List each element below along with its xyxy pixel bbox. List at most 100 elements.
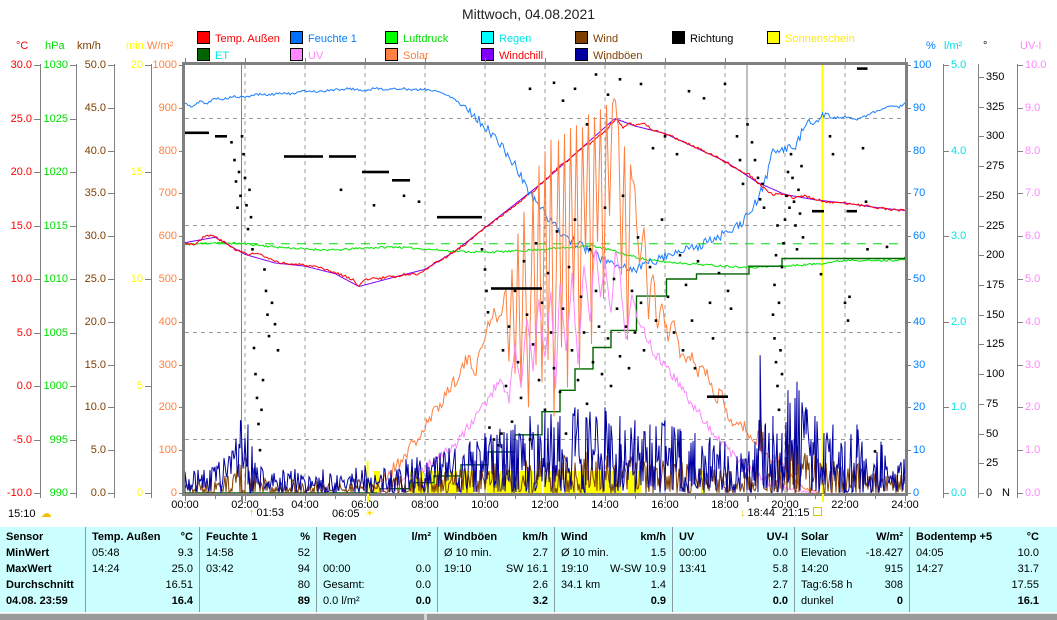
table-cell-value: 0.0 — [416, 577, 431, 593]
axis-tick-label: 1015 — [28, 220, 68, 232]
axis-tick-label: 700 — [137, 187, 177, 199]
axis-tick — [70, 386, 76, 387]
axis-line — [1017, 64, 1018, 498]
horizontal-scrollbar[interactable] — [0, 613, 1057, 620]
axis-caption-Wm: W/m² — [147, 40, 173, 52]
weather-plot — [185, 65, 905, 493]
axis-tick-label: 400 — [137, 316, 177, 328]
x-minor-tick — [455, 496, 456, 499]
table-header: UVUV-I — [679, 529, 788, 545]
table-cell-value: 89 — [298, 593, 310, 609]
axis-tick-label: 10 — [913, 444, 925, 456]
axis-tick — [70, 172, 76, 173]
axis-tick — [1017, 279, 1023, 280]
table-header-name: Temp. Außen — [92, 529, 160, 545]
axis-tick — [978, 166, 984, 167]
x-minor-tick — [275, 496, 276, 499]
axis-tick-label: 0.0 — [1025, 487, 1040, 499]
axis-tick-label: 0 — [137, 487, 177, 499]
stats-table: SensorMinWertMaxWertDurchschnitt04.08. 2… — [0, 527, 1057, 612]
axis-tick — [108, 407, 114, 408]
axis-tick-label: 200 — [137, 401, 177, 413]
axis-tick-label: 1.0 — [951, 401, 966, 413]
table-header: Windkm/h — [561, 529, 666, 545]
axis-tick-label: 30.0 — [66, 230, 106, 242]
table-cell-time: 0.0 l/m² — [323, 593, 360, 609]
axis-tick — [943, 322, 949, 323]
table-cell-value: 1.5 — [651, 545, 666, 561]
axis-tick-label: 100 — [986, 368, 1004, 380]
axis-tick-label: 5 — [103, 380, 143, 392]
axis-tick — [978, 196, 984, 197]
table-cell-time: 04:05 — [916, 545, 944, 561]
table-cell-time: dunkel — [801, 593, 833, 609]
axis-tick-label: 8.0 — [1025, 145, 1040, 157]
axis-tick-label: 2.0 — [1025, 401, 1040, 413]
table-row: 16.51 — [92, 577, 193, 593]
axis-tick-label: 100 — [137, 444, 177, 456]
axis-tick-label: 2.0 — [951, 316, 966, 328]
table-cell-value: 0.0 — [416, 561, 431, 577]
axis-tick-label: 100 — [913, 59, 931, 71]
table-cell-value: 0 — [897, 593, 903, 609]
table-header-name: Feuchte 1 — [206, 529, 257, 545]
axis-caption-°C: °C — [16, 40, 28, 52]
table-cell-time: Elevation — [801, 545, 846, 561]
axis-tick-label: 125 — [986, 338, 1004, 350]
x-major-tick — [545, 496, 546, 501]
table-row: Ø 10 min. 2.7 — [444, 545, 548, 561]
legend-swatch — [197, 48, 210, 61]
axis-tick — [1017, 322, 1023, 323]
table-header-name: Solar — [801, 529, 829, 545]
table-row: 0.0 l/m²0.0 — [323, 593, 431, 609]
axis-tick-label: 1005 — [28, 327, 68, 339]
table-header-unit: UV-I — [767, 529, 788, 545]
table-row-label: MaxWert — [6, 561, 79, 577]
table-col-regen: Regenl/m²00:000.0Gesamt:0.00.0 l/m²0.0 — [317, 527, 438, 612]
table-col-uv: UVUV-I00:000.013:415.82.70.0 — [673, 527, 795, 612]
table-row: Tag:6:58 h308 — [801, 577, 903, 593]
table-row: 00:000.0 — [679, 545, 788, 561]
axis-caption-min: min. — [126, 40, 147, 52]
table-cell-time: 14:24 — [92, 561, 120, 577]
axis-tick-label: 90 — [913, 102, 925, 114]
axis-tick — [978, 107, 984, 108]
table-cell-time: Ø 10 min. — [444, 545, 492, 561]
x-major-tick — [785, 496, 786, 501]
table-row: Gesamt: 0.0 — [323, 577, 431, 593]
table-cell-time: 00:00 — [679, 545, 707, 561]
axis-tick — [108, 365, 114, 366]
axis-tick-label: 10.0 — [1025, 59, 1046, 71]
x-major-tick — [725, 496, 726, 501]
legend-swatch — [575, 31, 588, 44]
table-header-unit: °C — [1027, 529, 1039, 545]
arrow-down-icon: ↓ — [738, 507, 748, 519]
x-minor-tick — [335, 496, 336, 499]
axis-tick — [70, 119, 76, 120]
table-cell-value: 2.7 — [533, 545, 548, 561]
axis-tick-label: 3.0 — [951, 230, 966, 242]
axis-tick-label: 0 — [913, 487, 919, 499]
table-row: 34.1 km1.4 — [561, 577, 666, 593]
axis-tick-label: 225 — [986, 220, 1004, 232]
legend-item-richtung: Richtung — [672, 31, 733, 45]
x-major-tick — [605, 496, 606, 501]
table-col-wind: Windkm/hØ 10 min.1.519:10W-SW 10.934.1 k… — [555, 527, 673, 612]
table-row: 13:415.8 — [679, 561, 788, 577]
axis-tick-label: 350 — [986, 71, 1004, 83]
axis-tick — [978, 493, 984, 494]
table-cell-time: Ø 10 min. — [561, 545, 609, 561]
x-minor-tick — [815, 496, 816, 499]
axis-tick-label: 50 — [913, 273, 925, 285]
axis-tick — [145, 386, 151, 387]
table-row-label: Durchschnitt — [6, 577, 79, 593]
axis-tick — [943, 236, 949, 237]
page-title: Mittwoch, 04.08.2021 — [0, 6, 1057, 22]
legend-item-et: ET — [197, 48, 229, 62]
axis-tick — [943, 493, 949, 494]
axis-tick-label: 75 — [986, 398, 998, 410]
axis-tick — [108, 193, 114, 194]
axis-tick-label: 0.0 — [66, 487, 106, 499]
table-cell-time: Gesamt: — [323, 577, 365, 593]
table-cell-value: 0.0 — [773, 593, 788, 609]
